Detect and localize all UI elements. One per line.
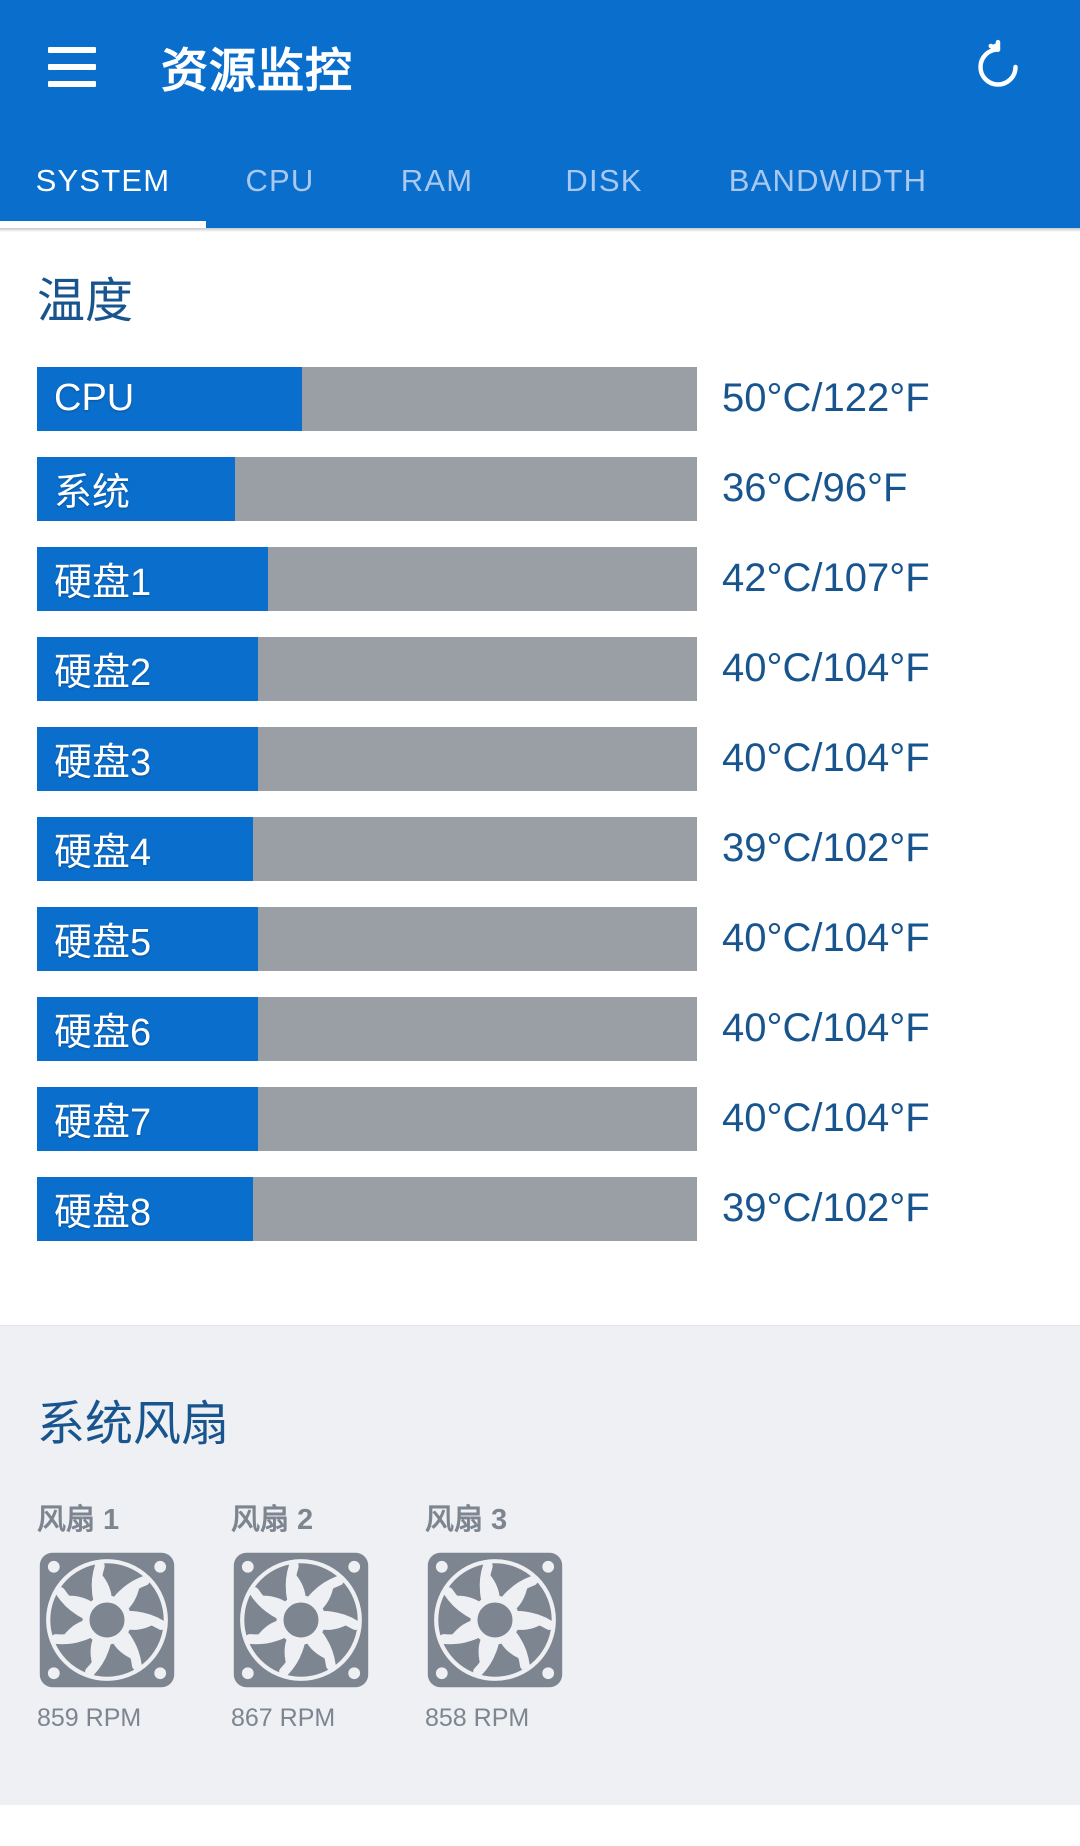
fan-item: 风扇 1 859 RPM (37, 1496, 195, 1733)
temperature-bar-track: 硬盘3 (37, 726, 697, 791)
tab-bar: SYSTEM CPU RAM DISK BANDWIDTH (0, 133, 1080, 228)
temperature-row: 硬盘6 40°C/104°F (0, 989, 1080, 1069)
fan-item: 风扇 3 858 RPM (425, 1496, 583, 1733)
temperature-value: 40°C/104°F (722, 916, 930, 961)
temperature-row: 硬盘7 40°C/104°F (0, 1079, 1080, 1159)
fan-name: 风扇 1 (37, 1503, 120, 1536)
fan-item: 风扇 2 867 RPM (231, 1496, 389, 1733)
temperature-bar-track: 硬盘2 (37, 636, 697, 701)
system-fans-card: 系统风扇 风扇 1 859 RPM 风扇 2 867 RPM 风扇 3 858 RPM (0, 1324, 1080, 1805)
temperature-list: CPU 50°C/122°F 系统 36°C/96°F 硬盘1 42°C/107°F 硬盘2… (0, 359, 1080, 1249)
temperature-value: 40°C/104°F (722, 1006, 930, 1051)
temperature-bar-label: 硬盘1 (54, 562, 152, 605)
temperature-bar-track: 系统 (37, 456, 697, 521)
app-bar: 资源监控 (0, 0, 1080, 133)
hamburger-line (48, 46, 96, 53)
temperature-row: 硬盘1 42°C/107°F (0, 539, 1080, 619)
fan-name: 风扇 3 (425, 1503, 508, 1536)
temperature-bar-track: 硬盘7 (37, 1086, 697, 1151)
fan-icon (427, 1552, 563, 1687)
temperature-value: 36°C/96°F (722, 466, 908, 511)
hamburger-menu-icon[interactable] (39, 34, 105, 100)
temperature-bar-track: 硬盘4 (37, 816, 697, 881)
tab-ram[interactable]: RAM (354, 133, 520, 228)
fan-rpm-value: 867 RPM (231, 1703, 336, 1732)
temperature-row: 硬盘2 40°C/104°F (0, 629, 1080, 709)
temperature-row: 硬盘3 40°C/104°F (0, 719, 1080, 799)
temperature-bar-label: 硬盘8 (54, 1192, 152, 1235)
fan-rpm-value: 859 RPM (37, 1703, 142, 1732)
temperature-value: 39°C/102°F (722, 1186, 930, 1231)
temperature-row: 系统 36°C/96°F (0, 449, 1080, 529)
temperature-value: 40°C/104°F (722, 1096, 930, 1141)
temperature-row: 硬盘5 40°C/104°F (0, 899, 1080, 979)
fan-icon (233, 1552, 369, 1687)
temperature-section-title: 温度 (37, 275, 134, 328)
temperature-bar-track: 硬盘6 (37, 996, 697, 1061)
refresh-icon[interactable] (960, 29, 1036, 105)
fan-icon (39, 1552, 175, 1687)
temperature-bar-label: 系统 (54, 472, 131, 515)
hamburger-line (48, 80, 96, 87)
temperature-bar-label: 硬盘3 (54, 742, 152, 785)
temperature-bar-track: 硬盘5 (37, 906, 697, 971)
fan-list: 风扇 1 859 RPM 风扇 2 867 RPM 风扇 3 858 RPM (0, 1496, 1080, 1733)
temperature-value: 42°C/107°F (722, 556, 930, 601)
temperature-bar-label: 硬盘6 (54, 1012, 152, 1055)
temperature-row: 硬盘4 39°C/102°F (0, 809, 1080, 889)
temperature-bar-track: 硬盘1 (37, 546, 697, 611)
temperature-row: CPU 50°C/122°F (0, 359, 1080, 439)
temperature-value: 39°C/102°F (722, 826, 930, 871)
temperature-bar-track: CPU (37, 366, 697, 431)
resource-monitor-app: 资源监控 SYSTEM CPU RAM DISK BANDWIDTH 温度 CP… (0, 0, 1080, 1846)
temperature-bar-label: 硬盘4 (54, 832, 152, 875)
temperature-value: 40°C/104°F (722, 736, 930, 781)
temperature-value: 50°C/122°F (722, 376, 930, 421)
tab-cpu[interactable]: CPU (206, 133, 354, 228)
hamburger-line (48, 63, 96, 70)
temperature-row: 硬盘8 39°C/102°F (0, 1169, 1080, 1249)
tab-system[interactable]: SYSTEM (0, 133, 206, 228)
temperature-value: 40°C/104°F (722, 646, 930, 691)
temperature-bar-label: 硬盘5 (54, 922, 152, 965)
fan-name: 风扇 2 (231, 1503, 314, 1536)
temperature-bar-track: 硬盘8 (37, 1176, 697, 1241)
tab-bandwidth[interactable]: BANDWIDTH (688, 133, 968, 228)
page-title: 资源监控 (161, 44, 353, 97)
tab-disk[interactable]: DISK (520, 133, 688, 228)
temperature-bar-label: 硬盘2 (54, 652, 152, 695)
temperature-card: 温度 CPU 50°C/122°F 系统 36°C/96°F 硬盘1 42°C/107°F… (0, 232, 1080, 1295)
fans-section-title: 系统风扇 (37, 1397, 230, 1451)
temperature-bar-label: CPU (54, 377, 135, 420)
fan-rpm-value: 858 RPM (425, 1703, 530, 1732)
temperature-bar-label: 硬盘7 (54, 1102, 152, 1145)
